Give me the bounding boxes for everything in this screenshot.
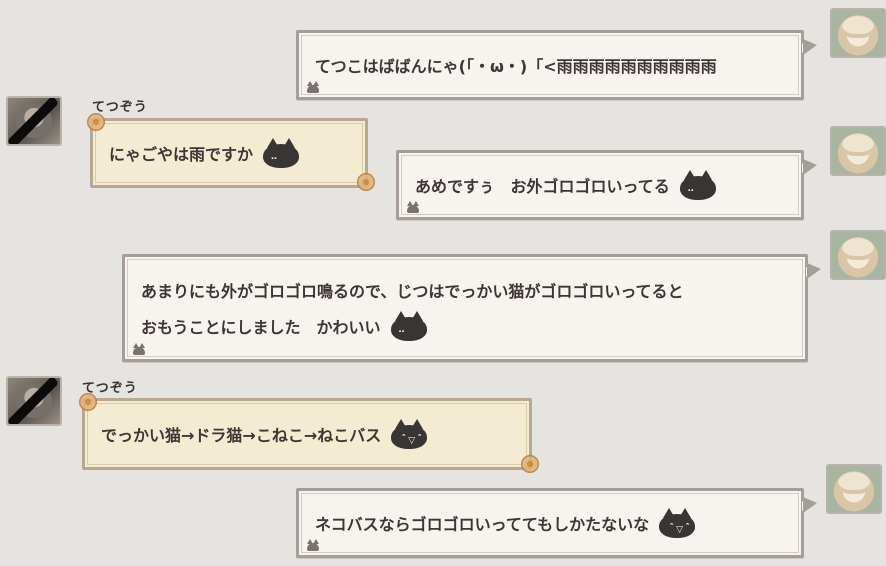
- bubble-tail: [802, 501, 811, 511]
- flower-decoration-icon: [521, 455, 539, 473]
- party-cat-sticker-icon: ＾▽＾: [655, 506, 699, 540]
- flower-decoration-icon: [87, 113, 105, 131]
- bubble-tail: [802, 163, 811, 173]
- corner-cat-icon: [407, 201, 419, 213]
- message-text: あまりにも外がゴロゴロ鳴るので、じつはでっかい猫がゴロゴロいってると: [141, 282, 684, 301]
- corner-cat-icon: [307, 539, 319, 551]
- message-bubble[interactable]: てつこはばばんにゃ(「・ω・)「<雨雨雨雨雨雨雨雨雨雨: [296, 30, 817, 100]
- party-cat-sticker-icon: ＾▽＾: [387, 417, 431, 451]
- message-line: おもうことにしました かわいい ‥: [141, 308, 431, 344]
- sender-avatar[interactable]: [6, 376, 62, 426]
- bubble-tail: [806, 267, 815, 277]
- flower-decoration-icon: [79, 393, 97, 411]
- message-line: あまりにも外がゴロゴロ鳴るので、じつはでっかい猫がゴロゴロいってると: [141, 272, 684, 308]
- message-text: てつこはばばんにゃ(「・ω・)「<雨雨雨雨雨雨雨雨雨雨: [315, 57, 717, 76]
- message-text: でっかい猫→ドラ猫→こねこ→ねこバス: [101, 426, 382, 445]
- message-text: にゃごやは雨ですか: [109, 145, 254, 164]
- message-bubble[interactable]: ネコバスならゴロゴロいっててもしかたないな ＾▽＾: [296, 488, 817, 558]
- cat-sticker-icon: ‥: [387, 309, 431, 343]
- my-avatar[interactable]: [830, 8, 886, 58]
- message-bubble[interactable]: あめですぅ お外ゴロゴロいってる ‥: [396, 150, 817, 220]
- message-bubble[interactable]: でっかい猫→ドラ猫→こねこ→ねこバス ＾▽＾: [79, 393, 539, 473]
- sender-avatar[interactable]: [6, 96, 62, 146]
- redaction-mark: [8, 378, 60, 424]
- flower-decoration-icon: [357, 173, 375, 191]
- cat-sticker-icon: ‥: [259, 136, 303, 170]
- message-text: おもうことにしました かわいい: [141, 318, 381, 337]
- message-bubble[interactable]: にゃごやは雨ですか ‥: [87, 113, 375, 191]
- cat-sticker-icon: ‥: [676, 168, 720, 202]
- message-text: あめですぅ お外ゴロゴロいってる: [415, 177, 670, 196]
- my-avatar[interactable]: [826, 464, 882, 514]
- sender-name: てつぞう: [92, 100, 148, 115]
- bubble-tail: [802, 43, 811, 53]
- my-avatar[interactable]: [830, 230, 886, 280]
- corner-cat-icon: [133, 343, 145, 355]
- redaction-mark: [8, 98, 60, 144]
- corner-cat-icon: [307, 81, 319, 93]
- my-avatar[interactable]: [830, 126, 886, 176]
- message-text: ネコバスならゴロゴロいっててもしかたないな: [315, 515, 650, 534]
- message-bubble[interactable]: あまりにも外がゴロゴロ鳴るので、じつはでっかい猫がゴロゴロいってると おもうこと…: [122, 254, 821, 362]
